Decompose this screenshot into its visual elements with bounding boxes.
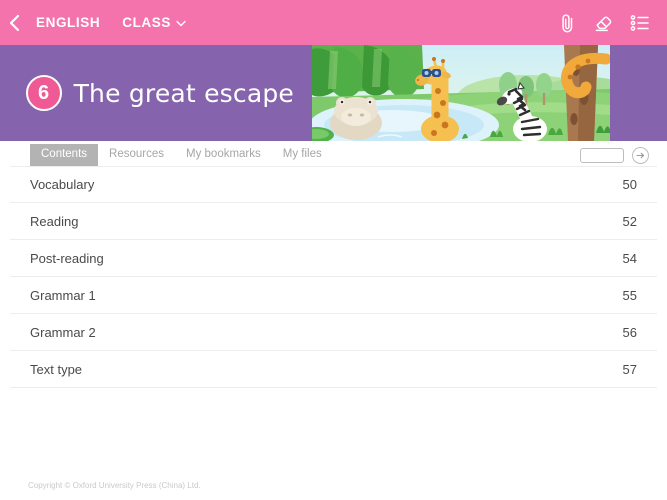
row-page-number: 57 (622, 361, 637, 377)
class-selector[interactable]: CLASS (116, 15, 192, 30)
row-label: Post-reading (30, 250, 104, 266)
copyright-notice: Copyright © Oxford University Press (Chi… (28, 481, 201, 490)
paperclip-icon[interactable] (557, 11, 579, 35)
class-label: CLASS (122, 15, 171, 30)
eraser-icon[interactable] (593, 11, 615, 35)
unit-hero-banner: 6 The great escape (0, 45, 667, 141)
unit-title-block: 6 The great escape (0, 45, 312, 141)
tab-my-files-label: My files (282, 147, 322, 160)
row-page-number: 54 (622, 250, 637, 266)
topbar-icon-group (557, 11, 667, 35)
table-row[interactable]: Reading 52 (10, 203, 657, 240)
page-number-input[interactable] (580, 148, 624, 163)
row-page-number: 50 (622, 177, 637, 192)
table-row[interactable]: Vocabulary 50 (10, 166, 657, 203)
tab-my-bookmarks-label: My bookmarks (186, 147, 261, 160)
page-title: The great escape (73, 78, 294, 108)
list-menu-icon[interactable] (629, 11, 651, 35)
back-button[interactable] (0, 0, 30, 45)
row-page-number: 55 (622, 287, 637, 303)
subject-label[interactable]: ENGLISH (30, 15, 106, 30)
row-label: Text type (30, 361, 83, 377)
tab-contents-label: Contents (41, 147, 88, 160)
row-label: Vocabulary (30, 177, 95, 192)
row-label: Grammar 1 (30, 287, 96, 303)
chevron-down-icon (176, 15, 186, 30)
tab-contents[interactable]: Contents (30, 143, 99, 166)
table-row[interactable]: Grammar 2 56 (10, 314, 657, 351)
chevron-left-icon (9, 14, 21, 32)
arrow-right-circle-icon[interactable] (632, 147, 649, 164)
subject-text: ENGLISH (36, 15, 101, 30)
table-row[interactable]: Grammar 1 55 (10, 277, 657, 314)
jungle-safari-illustration (312, 45, 610, 141)
tab-bar: Contents Resources My bookmarks My files (0, 141, 667, 166)
tab-list: Contents Resources My bookmarks My files (0, 141, 333, 166)
tab-resources[interactable]: Resources (98, 144, 175, 167)
tab-my-files[interactable]: My files (272, 144, 333, 167)
row-label: Reading (30, 213, 79, 229)
tab-resources-label: Resources (109, 147, 164, 160)
top-navigation-bar: ENGLISH CLASS (0, 0, 667, 45)
tab-my-bookmarks[interactable]: My bookmarks (175, 144, 272, 167)
row-page-number: 56 (622, 324, 637, 340)
page-jump-group (580, 147, 667, 166)
row-label: Grammar 2 (30, 324, 96, 340)
unit-number-badge: 6 (25, 75, 62, 111)
row-page-number: 52 (622, 213, 637, 229)
table-row[interactable]: Post-reading 54 (10, 240, 657, 277)
table-row[interactable]: Text type 57 (10, 351, 657, 388)
app-root: ENGLISH CLASS 6 The great escape Content… (0, 0, 667, 500)
contents-list: Vocabulary 50 Reading 52 Post-reading 54… (0, 166, 667, 388)
